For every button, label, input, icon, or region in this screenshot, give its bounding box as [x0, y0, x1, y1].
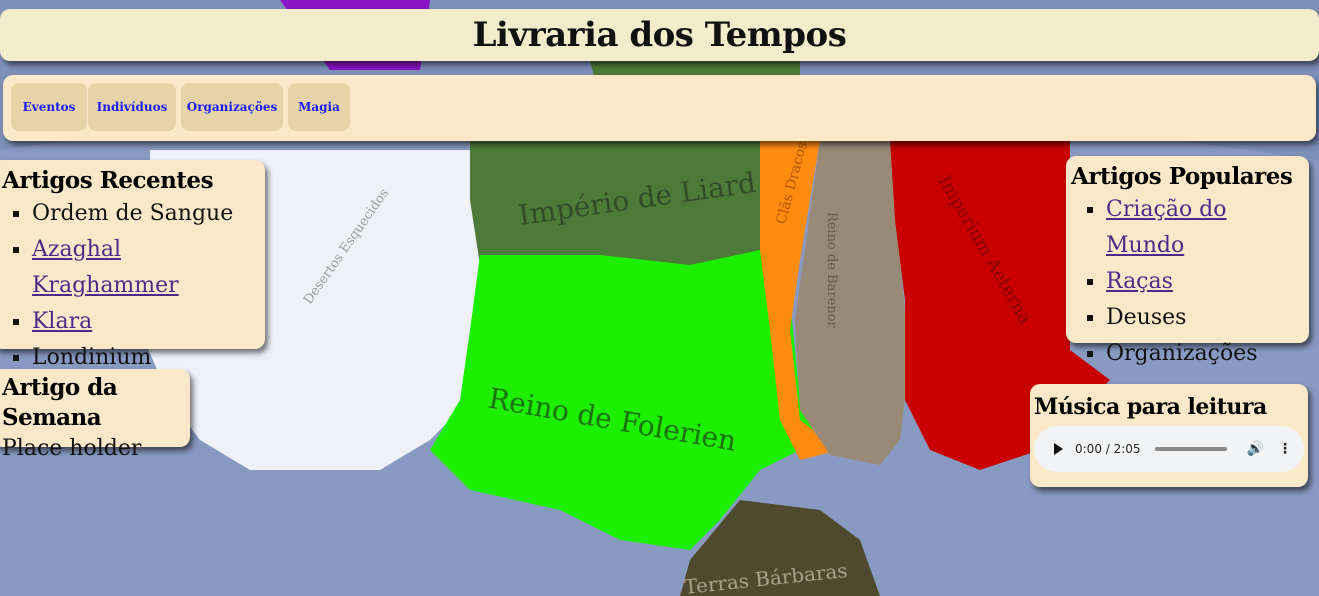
- music-box: Música para leitura 0:00 / 2:05 🔊 ⋮: [1030, 384, 1308, 487]
- recent-item-link[interactable]: Azaghal Kraghammer: [32, 237, 179, 298]
- list-item: Raças: [1106, 264, 1309, 300]
- popular-item-text: Deuses: [1106, 305, 1187, 330]
- site-header: Livraria dos Tempos: [0, 9, 1319, 61]
- main-nav: Eventos Indivíduos Organizações Magia: [3, 75, 1316, 141]
- recent-item-text: Ordem de Sangue: [32, 201, 234, 226]
- list-item: Ordem de Sangue: [32, 196, 265, 232]
- popular-item-link[interactable]: Raças: [1106, 269, 1173, 294]
- nav-individuos[interactable]: Indivíduos: [88, 83, 176, 131]
- recent-articles-title: Artigos Recentes: [2, 167, 214, 194]
- audio-time: 0:00 / 2:05: [1075, 442, 1141, 456]
- list-item: Criação do Mundo: [1106, 192, 1309, 264]
- recent-item-link[interactable]: Klara: [32, 309, 92, 334]
- article-of-week-box: Artigo da Semana Place holder: [0, 369, 190, 461]
- list-item: Azaghal Kraghammer: [32, 232, 265, 304]
- popular-articles-box: Artigos Populares Criação do Mundo Raças…: [1066, 156, 1309, 366]
- popular-articles-list: Criação do Mundo Raças Deuses Organizaçõ…: [1066, 192, 1309, 372]
- popular-articles-title: Artigos Populares: [1071, 163, 1293, 190]
- audio-player: 0:00 / 2:05 🔊 ⋮: [1034, 426, 1304, 472]
- list-item: Klara: [32, 304, 265, 340]
- article-of-week-body: Place holder: [2, 436, 142, 461]
- site-title: Livraria dos Tempos: [472, 15, 847, 55]
- list-item: Organizações: [1106, 336, 1309, 372]
- audio-progress-bar[interactable]: [1154, 447, 1227, 451]
- list-item: Deuses: [1106, 300, 1309, 336]
- recent-articles-box: Artigos Recentes Ordem de Sangue Azaghal…: [0, 160, 265, 370]
- recent-item-text: Londinium: [32, 345, 152, 370]
- music-title: Música para leitura: [1034, 394, 1267, 420]
- nav-organizacoes[interactable]: Organizações: [181, 83, 283, 131]
- label-barenor: Reino de Barenor: [824, 212, 839, 329]
- popular-item-link[interactable]: Criação do Mundo: [1106, 197, 1227, 258]
- nav-eventos[interactable]: Eventos: [11, 83, 87, 131]
- nav-magia[interactable]: Magia: [288, 83, 350, 131]
- popular-item-text: Organizações: [1106, 341, 1258, 366]
- article-of-week-title: Artigo da Semana: [2, 374, 118, 431]
- recent-articles-list: Ordem de Sangue Azaghal Kraghammer Klara…: [0, 196, 265, 376]
- play-icon[interactable]: [1054, 443, 1063, 455]
- volume-icon[interactable]: 🔊: [1247, 441, 1264, 457]
- more-options-icon[interactable]: ⋮: [1278, 441, 1292, 457]
